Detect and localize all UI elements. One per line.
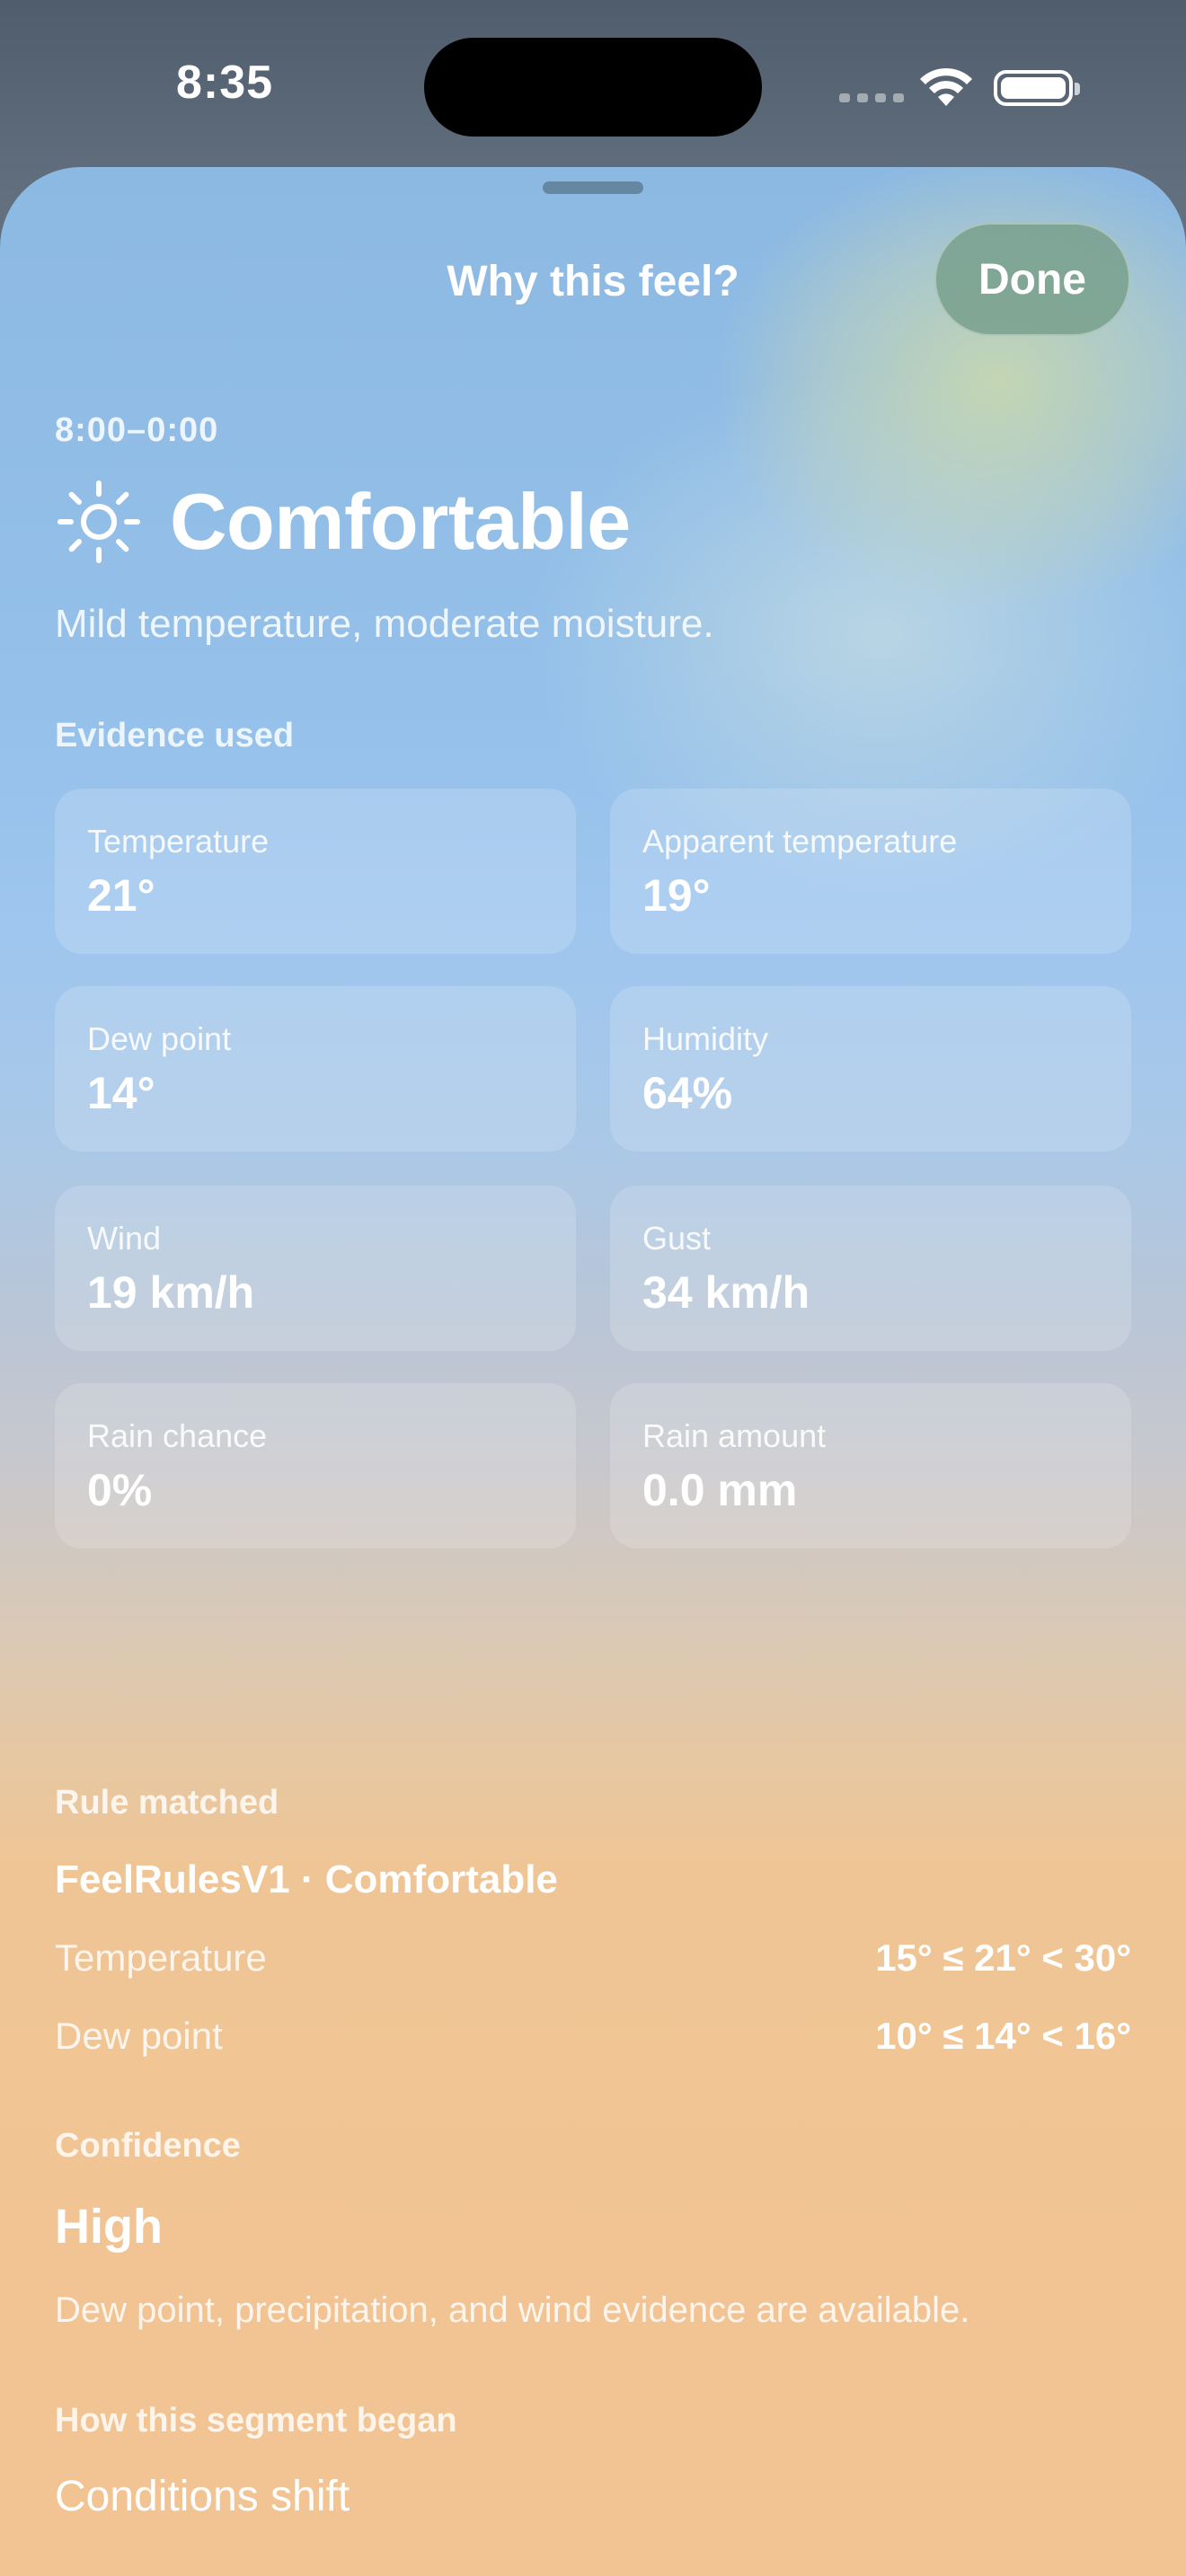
evidence-value: 21°: [87, 870, 155, 921]
evidence-label: Humidity: [642, 1020, 769, 1057]
evidence-card-rain-amount: Rain amount 0.0 mm: [610, 1383, 1131, 1548]
feel-name: Comfortable: [170, 477, 631, 566]
dynamic-island: [424, 38, 762, 137]
sheet-title: Why this feel?: [447, 258, 739, 305]
evidence-card-dew-point: Dew point 14°: [55, 986, 576, 1151]
sheet-grabber[interactable]: [543, 181, 643, 194]
confidence-section-label: Confidence: [55, 2127, 241, 2165]
rule-section-label: Rule matched: [55, 1784, 279, 1822]
rule-condition-value: 10° ≤ 14° < 16°: [875, 2015, 1131, 2057]
evidence-label: Gust: [642, 1220, 712, 1257]
rule-condition-value: 15° ≤ 21° < 30°: [875, 1936, 1131, 1979]
explanation-sheet: Why this feel? Done 8:00–0:00 Comfortabl…: [0, 167, 1186, 2576]
cellular-signal-icon: [839, 93, 904, 102]
rule-condition-temperature: Temperature 15° ≤ 21° < 30°: [55, 1936, 1131, 1990]
feel-header: Comfortable: [55, 472, 631, 571]
evidence-card-temperature: Temperature 21°: [55, 789, 576, 954]
rule-name: FeelRulesV1 · Comfortable: [55, 1857, 558, 1901]
evidence-card-wind: Wind 19 km/h: [55, 1186, 576, 1351]
done-button[interactable]: Done: [934, 223, 1130, 336]
evidence-label: Dew point: [87, 1020, 232, 1057]
confidence-note: Dew point, precipitation, and wind evide…: [55, 2290, 970, 2330]
evidence-value: 19°: [642, 870, 711, 921]
confidence-value: High: [55, 2200, 163, 2254]
battery-icon: [994, 70, 1080, 106]
status-time: 8:35: [175, 57, 274, 109]
evidence-label: Rain amount: [642, 1417, 827, 1454]
evidence-value: 14°: [87, 1068, 155, 1118]
sun-icon: [58, 481, 140, 563]
segment-section-label: How this segment began: [55, 2402, 457, 2439]
evidence-value: 19 km/h: [87, 1267, 255, 1318]
status-bar: 8:35: [0, 0, 1186, 171]
evidence-label: Wind: [87, 1220, 162, 1257]
evidence-value: 0.0 mm: [642, 1465, 798, 1515]
evidence-card-humidity: Humidity 64%: [610, 986, 1131, 1151]
evidence-value: 34 km/h: [642, 1267, 810, 1318]
rule-condition-dew-point: Dew point 10° ≤ 14° < 16°: [55, 2015, 1131, 2069]
feel-description: Mild temperature, moderate moisture.: [55, 602, 714, 646]
rule-condition-key: Temperature: [55, 1936, 267, 1979]
evidence-card-apparent-temperature: Apparent temperature 19°: [610, 789, 1131, 954]
screen: 8:35 Why this feel? Done 8:00–0:00 Comfo…: [0, 0, 1186, 2576]
wifi-icon: [920, 67, 972, 106]
rule-condition-key: Dew point: [55, 2015, 223, 2057]
evidence-section-label: Evidence used: [55, 717, 295, 754]
segment-value: Conditions shift: [55, 2473, 350, 2520]
evidence-value: 64%: [642, 1068, 733, 1118]
time-range: 8:00–0:00: [55, 411, 219, 449]
evidence-label: Rain chance: [87, 1417, 268, 1454]
evidence-label: Apparent temperature: [642, 823, 958, 860]
evidence-label: Temperature: [87, 823, 270, 860]
evidence-card-rain-chance: Rain chance 0%: [55, 1383, 576, 1548]
evidence-value: 0%: [87, 1465, 153, 1515]
evidence-card-gust: Gust 34 km/h: [610, 1186, 1131, 1351]
